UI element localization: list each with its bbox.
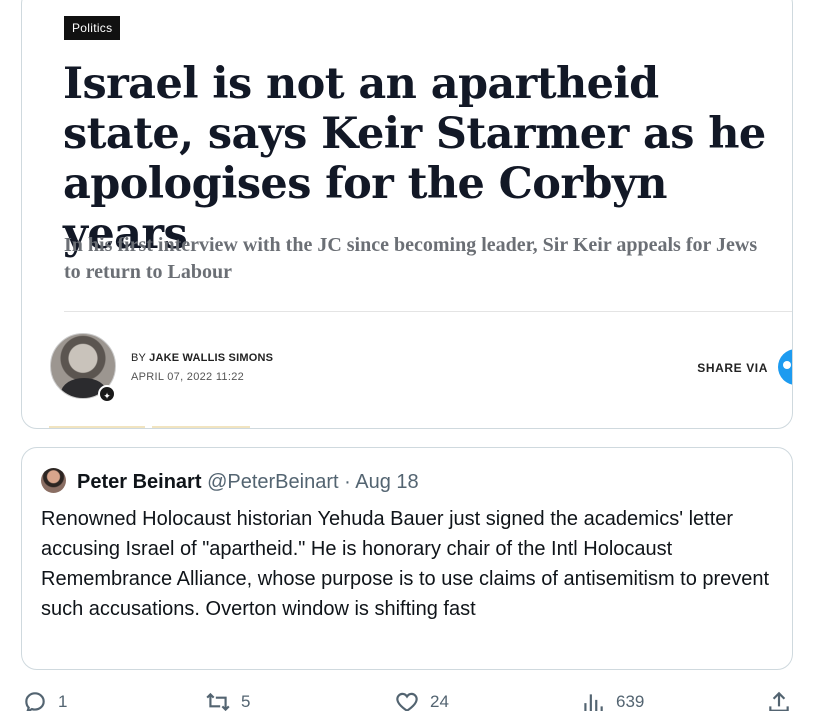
quoted-tweet-text: Renowned Holocaust historian Yehuda Baue… (41, 508, 770, 620)
like-count: 24 (430, 692, 449, 711)
decorative-bar (152, 426, 250, 428)
quoted-tweet[interactable]: Peter Beinart @PeterBeinart · Aug 18 Ren… (21, 447, 793, 670)
retweet-count: 5 (241, 692, 251, 711)
decorative-bar (49, 426, 145, 428)
tweet-date[interactable]: Aug 18 (355, 471, 418, 493)
retweet-button[interactable]: 5 (205, 687, 250, 711)
category-tag: Politics (64, 16, 121, 40)
twitter-bird-icon: ✦ (98, 385, 116, 403)
views-button[interactable]: 639 (580, 687, 644, 711)
article-standfirst: In his first interview with the JC since… (64, 234, 758, 283)
author-name: JAKE WALLIS SIMONS (149, 352, 274, 364)
byline: BY JAKE WALLIS SIMONS (131, 352, 273, 364)
article-headline: Israel is not an apartheid state, says K… (63, 59, 766, 259)
reply-count: 1 (58, 692, 68, 711)
share-via-label: SHARE VIA (697, 361, 768, 375)
divider (64, 311, 792, 312)
publish-date: APRIL 07, 2022 11:22 (131, 371, 245, 383)
share-button[interactable] (766, 687, 792, 711)
twitter-share-icon (778, 349, 792, 385)
reply-button[interactable]: 1 (22, 687, 67, 711)
view-count: 639 (616, 692, 645, 711)
reply-icon (25, 692, 45, 711)
display-name[interactable]: Peter Beinart (77, 471, 202, 493)
separator-dot: · (344, 471, 351, 493)
tweet-action-bar: 1 5 24 639 (0, 687, 813, 711)
retweet-icon (206, 692, 230, 711)
share-icon (769, 691, 789, 711)
heart-icon (396, 692, 418, 711)
quoted-tweet-header: Peter Beinart @PeterBeinart · Aug 18 (77, 469, 419, 495)
analytics-icon (584, 694, 603, 711)
like-button[interactable]: 24 (394, 687, 449, 711)
article-screenshot[interactable]: Politics Israel is not an apartheid stat… (21, 0, 793, 429)
byline-prefix: BY (131, 352, 146, 364)
user-handle[interactable]: @PeterBeinart (207, 471, 338, 493)
avatar[interactable] (41, 468, 66, 493)
